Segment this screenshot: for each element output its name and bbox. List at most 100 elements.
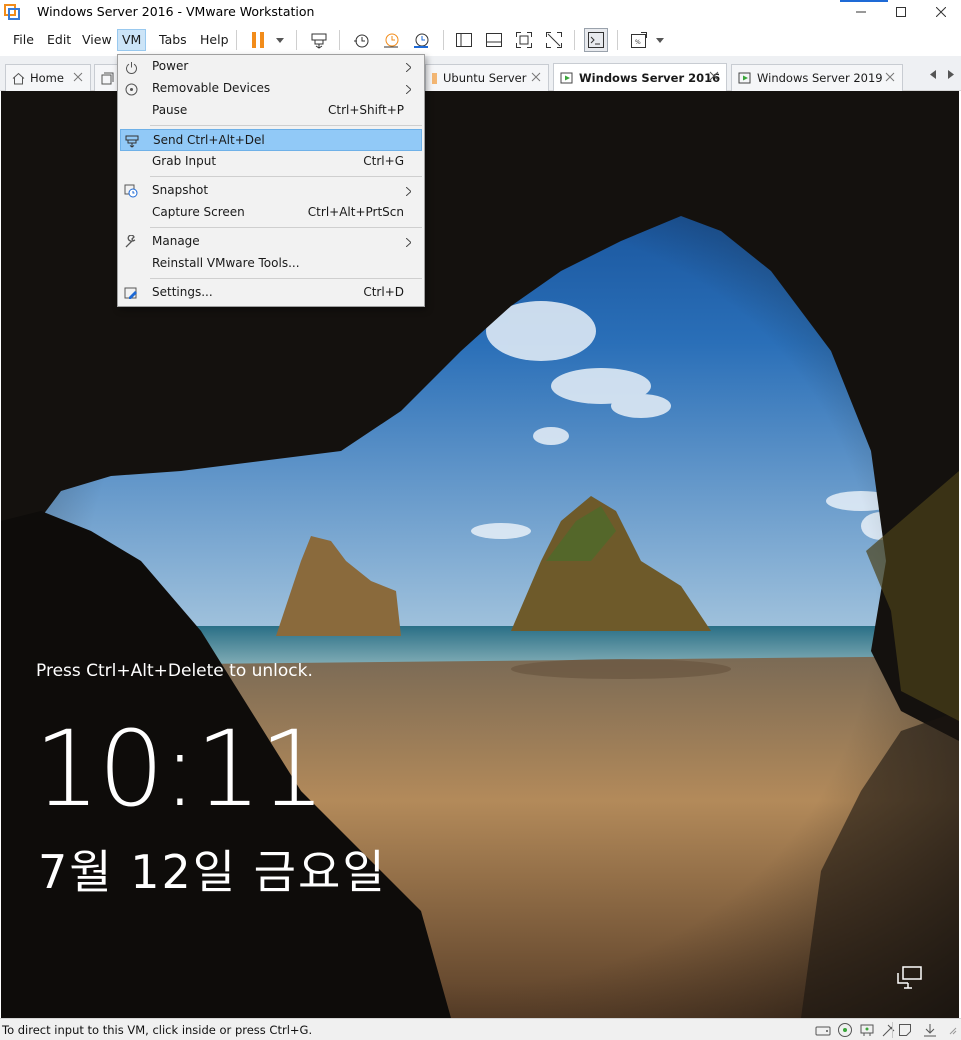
lock-screen-time: 10:11	[34, 708, 326, 830]
toolbar-separator	[617, 30, 618, 50]
menu-item-label: Power	[152, 59, 189, 73]
close-icon	[531, 72, 541, 82]
chevron-down-icon	[656, 37, 664, 43]
unity-button[interactable]	[542, 28, 566, 52]
menu-item-pause[interactable]: Pause Ctrl+Shift+P	[120, 100, 422, 122]
snapshot-icon	[354, 34, 369, 48]
tab-label: Ubuntu Server	[443, 71, 527, 85]
menu-separator	[150, 125, 422, 126]
menu-item-power[interactable]: Power	[120, 56, 422, 78]
thumbnail-view-icon	[486, 33, 502, 47]
library-view-button[interactable]	[452, 28, 476, 52]
pause-icon	[252, 32, 264, 48]
menu-separator	[150, 176, 422, 177]
settings-icon	[123, 285, 139, 301]
tab-close-button[interactable]	[530, 71, 542, 83]
submenu-arrow-icon	[404, 236, 412, 248]
menu-view[interactable]: View	[78, 29, 116, 51]
minimize-button[interactable]	[841, 0, 881, 24]
pause-dropdown[interactable]	[275, 35, 285, 45]
submenu-arrow-icon	[404, 83, 412, 95]
status-bar: To direct input to this VM, click inside…	[0, 1018, 961, 1040]
stretch-view-icon: %	[631, 32, 647, 48]
vmware-logo-icon	[4, 4, 20, 20]
hard-disk-icon[interactable]	[815, 1022, 831, 1038]
send-ctrl-alt-del-button[interactable]	[307, 28, 331, 52]
menu-separator	[150, 278, 422, 279]
usb-icon[interactable]	[881, 1022, 897, 1038]
tab-label: Home	[30, 71, 64, 85]
menu-item-label: Capture Screen	[152, 205, 245, 219]
chevron-right-icon	[948, 69, 954, 79]
menu-item-send-ctrl-alt-del[interactable]: Send Ctrl+Alt+Del	[120, 129, 422, 151]
cd-dvd-icon[interactable]	[837, 1022, 853, 1038]
tab-close-button[interactable]	[708, 70, 720, 82]
status-text: To direct input to this VM, click inside…	[2, 1023, 313, 1037]
thumbnail-view-button[interactable]	[482, 28, 506, 52]
lock-screen-message: Press Ctrl+Alt+Delete to unlock.	[36, 661, 313, 681]
close-icon	[709, 71, 719, 81]
close-icon	[936, 7, 946, 17]
removable-devices-icon	[123, 81, 139, 97]
maximize-button[interactable]	[881, 0, 921, 24]
snapshot-manager-button[interactable]	[409, 28, 433, 52]
toolbar-separator	[574, 30, 575, 50]
menu-item-grab-input[interactable]: Grab Input Ctrl+G	[120, 151, 422, 173]
menu-item-label: Pause	[152, 103, 188, 117]
close-icon	[885, 72, 895, 82]
tab-windows-server-2016[interactable]: Windows Server 2016	[553, 63, 727, 91]
menu-item-capture-screen[interactable]: Capture Screen Ctrl+Alt+PrtScn	[120, 202, 422, 224]
lock-screen-date: 7월 12일 금요일	[38, 845, 387, 899]
toolbar-separator	[296, 30, 297, 50]
menu-item-shortcut: Ctrl+Alt+PrtScn	[307, 205, 404, 219]
window-title: Windows Server 2016 - VMware Workstation	[37, 4, 315, 19]
maximize-icon	[896, 7, 906, 17]
take-snapshot-button[interactable]	[349, 28, 373, 52]
menu-vm[interactable]: VM	[117, 29, 147, 51]
menu-item-label: Removable Devices	[152, 81, 271, 95]
menu-help[interactable]: Help	[196, 29, 233, 51]
tab-label: Windows Server 2019	[757, 71, 883, 85]
tab-home[interactable]: Home	[5, 64, 91, 91]
console-view-button[interactable]	[584, 28, 608, 52]
message-icon[interactable]	[897, 1022, 913, 1038]
menu-item-reinstall-vmware-tools[interactable]: Reinstall VMware Tools...	[120, 253, 422, 275]
menu-tabs[interactable]: Tabs	[155, 29, 191, 51]
menu-toolbar: File Edit View VM Tabs Help %	[0, 24, 961, 56]
menu-item-removable-devices[interactable]: Removable Devices	[120, 78, 422, 100]
vm-running-icon	[560, 72, 573, 83]
revert-snapshot-button[interactable]	[379, 28, 403, 52]
menu-item-label: Send Ctrl+Alt+Del	[153, 133, 265, 147]
resize-grip-icon[interactable]	[944, 1022, 960, 1038]
tab-ubuntu-server[interactable]: Ubuntu Server	[425, 64, 549, 91]
fullscreen-button[interactable]	[512, 28, 536, 52]
tab-scroll-right[interactable]	[946, 68, 956, 80]
menu-item-shortcut: Ctrl+G	[363, 154, 404, 168]
pause-button[interactable]	[246, 28, 270, 52]
stretch-view-dropdown[interactable]	[655, 35, 665, 45]
menu-item-snapshot[interactable]: Snapshot	[120, 180, 422, 202]
snapshot-icon	[123, 183, 139, 199]
tab-library[interactable]	[94, 64, 118, 91]
menu-edit[interactable]: Edit	[43, 29, 75, 51]
stretch-view-button[interactable]: %	[627, 28, 651, 52]
tab-close-button[interactable]	[884, 71, 896, 83]
network-adapter-icon[interactable]	[859, 1022, 875, 1038]
snapshot-manager-icon	[414, 33, 429, 48]
download-icon[interactable]	[922, 1022, 938, 1038]
close-button[interactable]	[921, 0, 961, 24]
send-keys-icon	[311, 33, 327, 49]
menu-file[interactable]: File	[9, 29, 38, 51]
tab-windows-server-2019[interactable]: Windows Server 2019	[731, 64, 903, 91]
chevron-left-icon	[930, 69, 936, 79]
revert-snapshot-icon	[384, 33, 399, 48]
network-status-icon[interactable]	[896, 965, 924, 991]
vm-icon	[432, 72, 437, 84]
close-icon	[73, 72, 83, 82]
menu-item-manage[interactable]: Manage	[120, 231, 422, 253]
menu-item-label: Manage	[152, 234, 200, 248]
tab-scroll-left[interactable]	[928, 68, 938, 80]
tab-close-button[interactable]	[72, 71, 84, 83]
unity-icon	[546, 32, 562, 48]
menu-item-settings[interactable]: Settings... Ctrl+D	[120, 282, 422, 304]
